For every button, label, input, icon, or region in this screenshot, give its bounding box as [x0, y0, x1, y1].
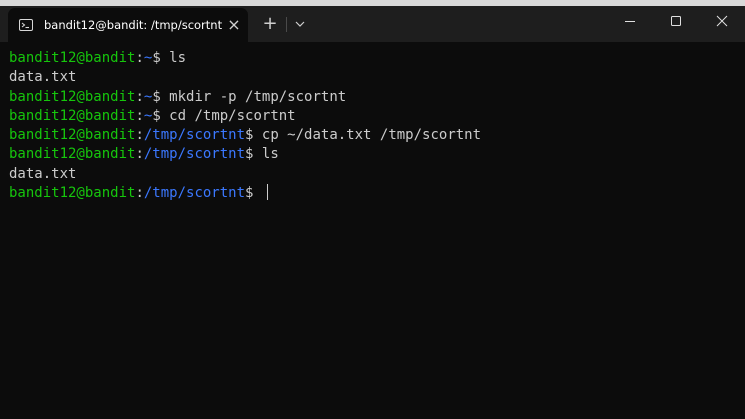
- minimize-icon: [625, 21, 635, 22]
- prompt-user-host: bandit12@bandit: [9, 146, 136, 163]
- prompt-path: /tmp/scortnt: [143, 185, 246, 202]
- terminal-window: bandit12@bandit: /tmp/scortnt × + bandit: [0, 0, 745, 419]
- prompt-line: bandit12@bandit:~$ cd /tmp/scortnt: [9, 107, 739, 126]
- command-text: ls: [261, 146, 279, 163]
- text-cursor: [266, 184, 268, 201]
- terminal-icon: [19, 19, 33, 31]
- minimize-button[interactable]: [607, 6, 653, 36]
- prompt-separator: :: [135, 88, 144, 105]
- tab-divider: [286, 17, 287, 32]
- prompt-separator: :: [135, 107, 144, 124]
- output-text: data.txt: [9, 165, 77, 182]
- prompt-symbol: $: [152, 50, 170, 66]
- prompt-separator: :: [135, 50, 144, 66]
- prompt-symbol: $: [245, 185, 262, 202]
- output-line: data.txt: [9, 68, 739, 87]
- prompt-separator: :: [135, 146, 144, 163]
- tab-terminal[interactable]: bandit12@bandit: /tmp/scortnt ×: [8, 8, 248, 42]
- prompt-separator: :: [135, 185, 144, 202]
- prompt-symbol: $: [245, 146, 262, 163]
- close-tab-button[interactable]: ×: [224, 15, 244, 35]
- chevron-down-icon: [295, 21, 305, 27]
- title-bar[interactable]: bandit12@bandit: /tmp/scortnt × +: [0, 6, 745, 42]
- prompt-symbol: $: [152, 88, 170, 105]
- command-text: mkdir -p /tmp/scortnt: [169, 88, 347, 105]
- prompt-user-host: bandit12@bandit: [9, 127, 136, 144]
- prompt-path: /tmp/scortnt: [143, 146, 246, 163]
- terminal-output[interactable]: bandit12@bandit:~$ ls data.txt bandit12@ba…: [9, 49, 739, 203]
- command-text: ls: [169, 50, 187, 66]
- tab-dropdown-button[interactable]: [290, 12, 310, 36]
- prompt-user-host: bandit12@bandit: [9, 88, 136, 105]
- prompt-symbol: $: [245, 127, 262, 144]
- close-window-button[interactable]: [699, 6, 745, 36]
- prompt-line: bandit12@bandit:/tmp/scortnt$ cp ~/data.…: [9, 126, 739, 145]
- prompt-symbol: $: [152, 107, 170, 124]
- command-text: cp ~/data.txt /tmp/scortnt: [261, 127, 482, 144]
- prompt-separator: :: [135, 127, 144, 144]
- command-text: cd /tmp/scortnt: [169, 107, 296, 124]
- prompt-line: bandit12@bandit:~$ ls: [9, 49, 739, 68]
- prompt-user-host: bandit12@bandit: [9, 50, 136, 66]
- prompt-user-host: bandit12@bandit: [9, 107, 136, 124]
- prompt-line: bandit12@bandit:~$ mkdir -p /tmp/scortnt: [9, 88, 739, 107]
- tab-title: bandit12@bandit: /tmp/scortnt: [44, 18, 222, 32]
- new-tab-button[interactable]: +: [258, 12, 282, 36]
- maximize-button[interactable]: [653, 6, 699, 36]
- prompt-line: bandit12@bandit:/tmp/scortnt$ ls: [9, 145, 739, 164]
- close-icon: [716, 15, 728, 27]
- prompt-user-host: bandit12@bandit: [9, 185, 136, 202]
- maximize-icon: [671, 16, 681, 26]
- prompt-path: /tmp/scortnt: [143, 127, 246, 144]
- output-text: data.txt: [9, 69, 77, 86]
- output-line: data.txt: [9, 165, 739, 184]
- prompt-line: bandit12@bandit:/tmp/scortnt$: [9, 184, 739, 203]
